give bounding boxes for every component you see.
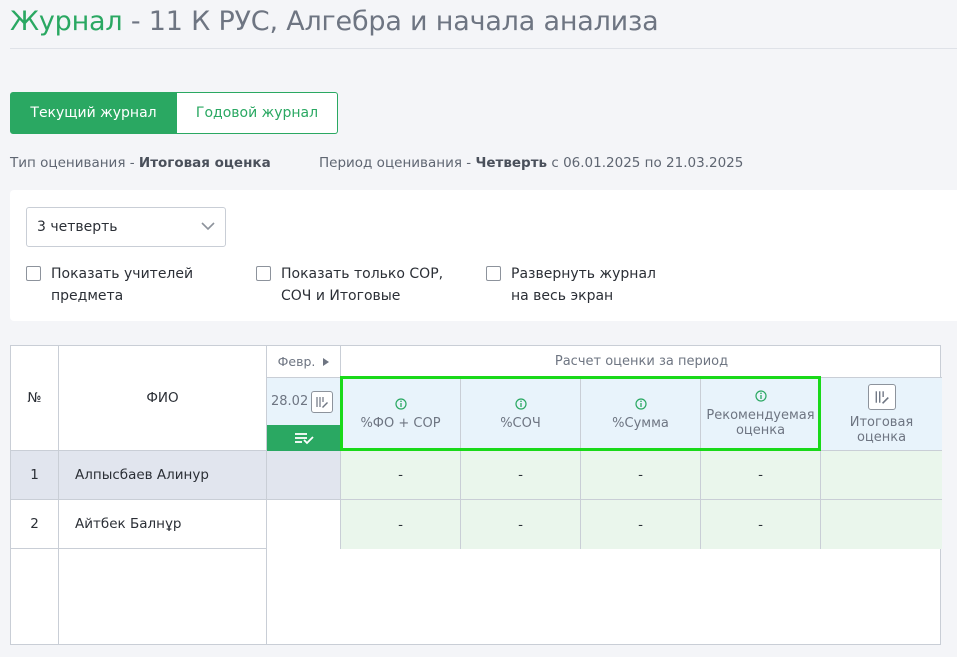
info-icon[interactable] — [394, 397, 407, 410]
title-divider — [10, 48, 957, 49]
period-dates: с 06.01.2025 по 21.03.2025 — [547, 155, 744, 171]
col-header-label-line2: оценка — [735, 423, 786, 438]
period-value: Четверть — [475, 155, 548, 171]
show-subject-teachers-checkbox[interactable]: Показать учителей предмета — [26, 263, 193, 307]
tab-annual-journal[interactable]: Годовой журнал — [177, 92, 338, 134]
checkbox-icon[interactable] — [256, 266, 271, 281]
filter-panel: 3 четверть Показать учителей предмета Пок… — [10, 190, 957, 321]
edit-columns-icon — [875, 390, 889, 404]
col-header-soch: %СОЧ — [461, 378, 581, 451]
checkbox-label-line2: СОЧ и Итоговые — [281, 288, 401, 304]
checkbox-label-line1: Показать только СОР, — [281, 266, 444, 282]
col-header-label: %Сумма — [612, 415, 669, 431]
col-header-label-line1: Рекомендуемая — [706, 408, 815, 423]
date-column-header: 28.02 — [267, 378, 341, 425]
edit-final-grade-button[interactable] — [867, 383, 896, 410]
assessment-type-info: Тип оценивания - Итоговая оценка — [10, 155, 271, 171]
class-subject-label: - 11 К РУС, Алгебра и начала анализа — [122, 6, 659, 37]
student-name[interactable]: Алпысбаев Алинур — [59, 451, 267, 500]
show-only-sor-soch-checkbox[interactable]: Показать только СОР, СОЧ и Итоговые — [256, 263, 443, 307]
recommended-value: - — [701, 500, 821, 549]
assessment-type-value: Итоговая оценка — [138, 155, 271, 171]
col-header-label-line1: Итоговая — [849, 414, 914, 430]
col-header-fo-sor: %ФО + СОР — [341, 378, 461, 451]
checkbox-label-line2: на весь экран — [511, 288, 614, 304]
date-label: 28.02 — [271, 394, 309, 409]
period-calc-header: Расчет оценки за период — [341, 346, 942, 378]
col-header-number: № — [11, 346, 59, 451]
checkbox-label-line2: предмета — [51, 288, 124, 304]
col-header-label-line2: оценка — [856, 429, 907, 445]
assessment-type-label: Тип оценивания - — [10, 155, 139, 171]
column-divider — [58, 549, 59, 645]
col-header-sum: %Сумма — [581, 378, 701, 451]
caret-right-icon — [323, 357, 330, 366]
col-header-recommended: Рекомендуемая оценка — [701, 378, 821, 451]
month-label: Февр. — [277, 354, 316, 369]
grade-cell[interactable] — [267, 500, 341, 549]
checkbox-icon[interactable] — [26, 266, 41, 281]
column-divider — [266, 549, 267, 645]
assessment-period-info: Период оценивания - Четверть с 06.01.202… — [319, 155, 743, 171]
info-icon[interactable] — [754, 390, 767, 402]
soch-value: - — [461, 451, 581, 500]
list-check-icon — [294, 433, 314, 445]
page-title: Журнал - 11 К РУС, Алгебра и начала анал… — [10, 6, 659, 37]
soch-value: - — [461, 500, 581, 549]
checkbox-label: Показать учителей предмета — [51, 263, 193, 307]
checkbox-label: Развернуть журнал на весь экран — [511, 263, 656, 307]
student-name[interactable]: Айтбек Балнұр — [59, 500, 267, 549]
edit-columns-icon — [316, 396, 329, 408]
quarter-select[interactable]: 3 четверть — [26, 207, 226, 247]
edit-grades-button[interactable] — [311, 390, 334, 413]
col-header-label: %СОЧ — [500, 415, 541, 431]
expand-fullscreen-checkbox[interactable]: Развернуть журнал на весь экран — [486, 263, 656, 307]
checkbox-label-line1: Развернуть журнал — [511, 266, 656, 282]
journal-table: № ФИО Февр. 28.02 Расчет оценки за перио… — [10, 345, 942, 645]
apply-grades-button[interactable] — [267, 425, 341, 451]
sum-value: - — [581, 451, 701, 500]
quarter-select-value: 3 четверть — [37, 219, 118, 235]
fo-sor-value: - — [341, 500, 461, 549]
col-header-label: %ФО + СОР — [360, 415, 441, 431]
checkbox-label: Показать только СОР, СОЧ и Итоговые — [281, 263, 443, 307]
tab-current-journal[interactable]: Текущий журнал — [10, 92, 177, 134]
col-header-name: ФИО — [59, 346, 267, 451]
info-icon[interactable] — [514, 397, 527, 410]
period-label: Период оценивания - — [319, 155, 476, 171]
sum-value: - — [581, 500, 701, 549]
final-grade-cell[interactable] — [821, 451, 942, 500]
recommended-value: - — [701, 451, 821, 500]
info-icon[interactable] — [634, 397, 647, 410]
col-header-final-grade: Итоговая оценка — [821, 378, 942, 451]
fo-sor-value: - — [341, 451, 461, 500]
journal-label: Журнал — [10, 6, 123, 37]
checkbox-icon[interactable] — [486, 266, 501, 281]
month-header[interactable]: Февр. — [267, 346, 341, 378]
grade-cell[interactable] — [267, 451, 341, 500]
checkbox-label-line1: Показать учителей — [51, 266, 194, 282]
final-grade-cell[interactable] — [821, 500, 942, 549]
journal-tabs: Текущий журнал Годовой журнал — [10, 92, 338, 134]
row-number: 2 — [11, 500, 59, 549]
chevron-down-icon — [201, 222, 215, 231]
row-number: 1 — [11, 451, 59, 500]
